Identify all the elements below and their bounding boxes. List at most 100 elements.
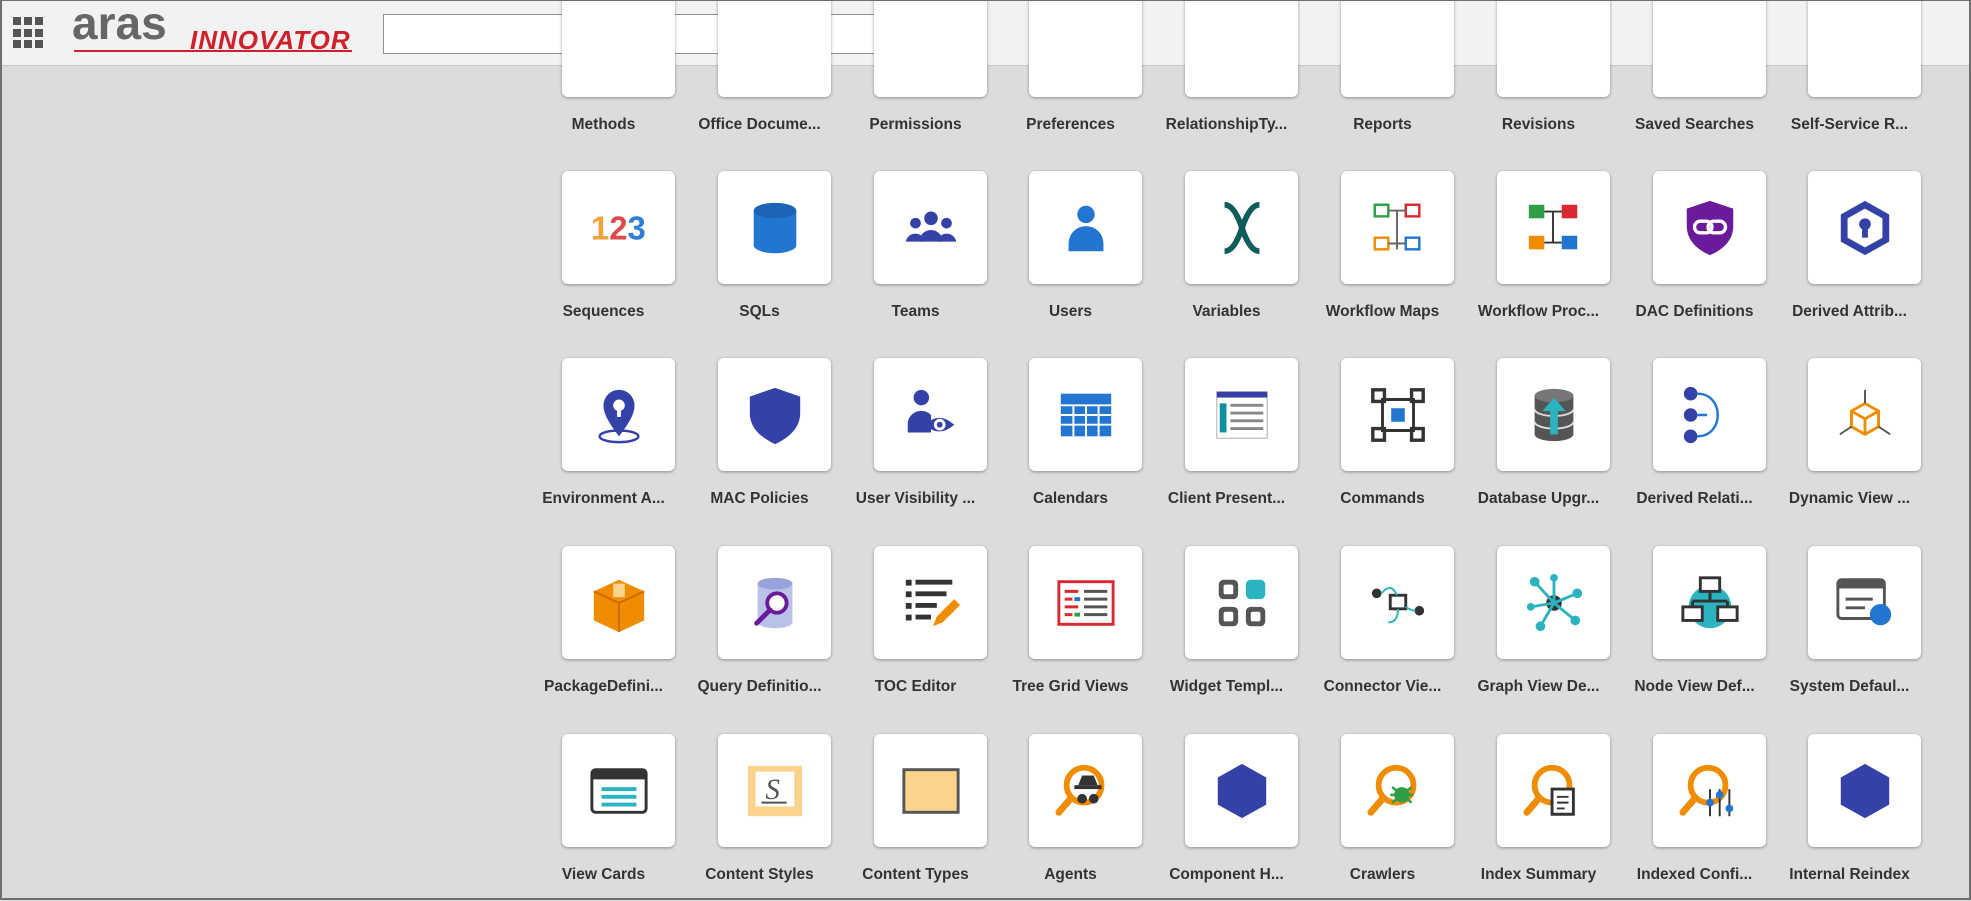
tile-system-defaul[interactable]: System Defaul... bbox=[1771, 546, 1928, 695]
tile-workflow-maps[interactable]: Workflow Maps bbox=[1304, 171, 1461, 320]
tile-crawlers[interactable]: Crawlers bbox=[1304, 734, 1461, 883]
tile-connector-vie[interactable]: Connector Vie... bbox=[1304, 546, 1461, 695]
tile-card[interactable] bbox=[1653, 546, 1766, 659]
tile-card[interactable] bbox=[1808, 1, 1921, 97]
tile-tree-grid-views[interactable]: Tree Grid Views bbox=[992, 546, 1149, 695]
tile-card[interactable] bbox=[874, 171, 987, 284]
tile-internal-reindex[interactable]: Internal Reindex bbox=[1771, 734, 1928, 883]
tile-card[interactable] bbox=[718, 171, 831, 284]
tile-client-present[interactable]: Client Present... bbox=[1148, 358, 1305, 507]
tile-widget-templ[interactable]: Widget Templ... bbox=[1148, 546, 1305, 695]
tile-saved-searches[interactable]: Saved Searches bbox=[1616, 1, 1773, 133]
tile-card[interactable] bbox=[562, 1, 675, 97]
tile-graph-view-de[interactable]: Graph View De... bbox=[1460, 546, 1617, 695]
tile-agents[interactable]: Agents bbox=[992, 734, 1149, 883]
tile-sqls[interactable]: SQLs bbox=[681, 171, 838, 320]
tile-toc-editor[interactable]: TOC Editor bbox=[837, 546, 994, 695]
tile-card[interactable] bbox=[1029, 171, 1142, 284]
tile-card[interactable]: 123 bbox=[562, 171, 675, 284]
tile-dac-definitions[interactable]: DAC Definitions bbox=[1616, 171, 1773, 320]
system-default-window-icon bbox=[1835, 577, 1891, 625]
tile-card[interactable] bbox=[1497, 734, 1610, 847]
tile-card[interactable] bbox=[874, 358, 987, 471]
tile-card[interactable] bbox=[1341, 358, 1454, 471]
tile-card[interactable] bbox=[1497, 1, 1610, 97]
tile-teams[interactable]: Teams bbox=[837, 171, 994, 320]
tile-card[interactable] bbox=[1185, 734, 1298, 847]
tile-reports[interactable]: Reports bbox=[1304, 1, 1461, 133]
tile-card[interactable] bbox=[562, 358, 675, 471]
tile-card[interactable] bbox=[1653, 358, 1766, 471]
tile-revisions[interactable]: Revisions bbox=[1460, 1, 1617, 133]
tile-card[interactable] bbox=[1341, 1, 1454, 97]
tile-card[interactable] bbox=[1497, 358, 1610, 471]
tile-card[interactable] bbox=[1185, 358, 1298, 471]
tile-card[interactable] bbox=[874, 1, 987, 97]
tile-card[interactable] bbox=[1029, 734, 1142, 847]
tile-derived-attrib[interactable]: Derived Attrib... bbox=[1771, 171, 1928, 320]
tile-view-cards[interactable]: View Cards bbox=[525, 734, 682, 883]
tile-workflow-proc[interactable]: Workflow Proc... bbox=[1460, 171, 1617, 320]
tile-preferences[interactable]: Preferences bbox=[992, 1, 1149, 133]
tile-card[interactable] bbox=[1808, 358, 1921, 471]
tile-dynamic-view[interactable]: Dynamic View ... bbox=[1771, 358, 1928, 507]
app-menu-grid-icon[interactable] bbox=[11, 15, 47, 51]
tile-users[interactable]: Users bbox=[992, 171, 1149, 320]
tile-mac-policies[interactable]: MAC Policies bbox=[681, 358, 838, 507]
tile-card[interactable] bbox=[1497, 171, 1610, 284]
view-card-icon bbox=[589, 767, 648, 814]
tile-card[interactable] bbox=[1185, 1, 1298, 97]
query-database-icon bbox=[753, 577, 792, 628]
tile-relationshipty[interactable]: RelationshipTy... bbox=[1148, 1, 1305, 133]
tile-card[interactable] bbox=[1185, 171, 1298, 284]
tile-card[interactable] bbox=[1808, 171, 1921, 284]
tile-card[interactable] bbox=[1808, 546, 1921, 659]
tile-card[interactable] bbox=[718, 1, 831, 97]
tile-card[interactable] bbox=[1029, 358, 1142, 471]
tile-card[interactable] bbox=[1341, 171, 1454, 284]
tile-card[interactable] bbox=[1185, 546, 1298, 659]
tile-index-summary[interactable]: Index Summary bbox=[1460, 734, 1617, 883]
tile-card[interactable] bbox=[1653, 1, 1766, 97]
tile-card[interactable] bbox=[718, 546, 831, 659]
tile-methods[interactable]: Methods bbox=[525, 1, 682, 133]
tile-permissions[interactable]: Permissions bbox=[837, 1, 994, 133]
tile-card[interactable] bbox=[562, 546, 675, 659]
tile-component-h[interactable]: Component H... bbox=[1148, 734, 1305, 883]
tile-label: Teams bbox=[891, 303, 940, 320]
tile-indexed-confi[interactable]: Indexed Confi... bbox=[1616, 734, 1773, 883]
tile-database-upgr[interactable]: Database Upgr... bbox=[1460, 358, 1617, 507]
tile-card[interactable] bbox=[1808, 734, 1921, 847]
tile-sequences[interactable]: 123 Sequences bbox=[525, 171, 682, 320]
tile-card[interactable] bbox=[1497, 546, 1610, 659]
tile-calendars[interactable]: Calendars bbox=[992, 358, 1149, 507]
tile-self-service-r[interactable]: Self-Service R... bbox=[1771, 1, 1928, 133]
tile-derived-relati[interactable]: Derived Relati... bbox=[1616, 358, 1773, 507]
tile-label: Dynamic View ... bbox=[1788, 490, 1911, 507]
tile-content-types[interactable]: Content Types bbox=[837, 734, 994, 883]
tile-environment-a[interactable]: Environment A... bbox=[525, 358, 682, 507]
tile-office-docume[interactable]: Office Docume... bbox=[681, 1, 838, 133]
tile-card[interactable]: S bbox=[718, 734, 831, 847]
tile-card[interactable] bbox=[562, 734, 675, 847]
shield-icon bbox=[749, 387, 800, 444]
tile-user-visibility[interactable]: User Visibility ... bbox=[837, 358, 994, 507]
tile-node-view-def[interactable]: Node View Def... bbox=[1616, 546, 1773, 695]
tile-label: DAC Definitions bbox=[1635, 303, 1754, 320]
tile-variables[interactable]: Variables bbox=[1148, 171, 1305, 320]
tile-card[interactable] bbox=[1653, 734, 1766, 847]
tile-card[interactable] bbox=[1341, 734, 1454, 847]
tile-card[interactable] bbox=[874, 734, 987, 847]
tile-card[interactable] bbox=[718, 358, 831, 471]
tile-card[interactable] bbox=[1341, 546, 1454, 659]
tile-packagedefini[interactable]: PackageDefini... bbox=[525, 546, 682, 695]
tile-card[interactable] bbox=[874, 546, 987, 659]
tile-card[interactable] bbox=[1029, 1, 1142, 97]
tile-content-styles[interactable]: S Content Styles bbox=[681, 734, 838, 883]
tile-query-definitio[interactable]: Query Definitio... bbox=[681, 546, 838, 695]
tile-card[interactable] bbox=[1029, 546, 1142, 659]
tile-label: TOC Editor bbox=[874, 678, 957, 695]
dynamic-cube-icon bbox=[1838, 389, 1891, 436]
tile-commands[interactable]: Commands bbox=[1304, 358, 1461, 507]
tile-card[interactable] bbox=[1653, 171, 1766, 284]
